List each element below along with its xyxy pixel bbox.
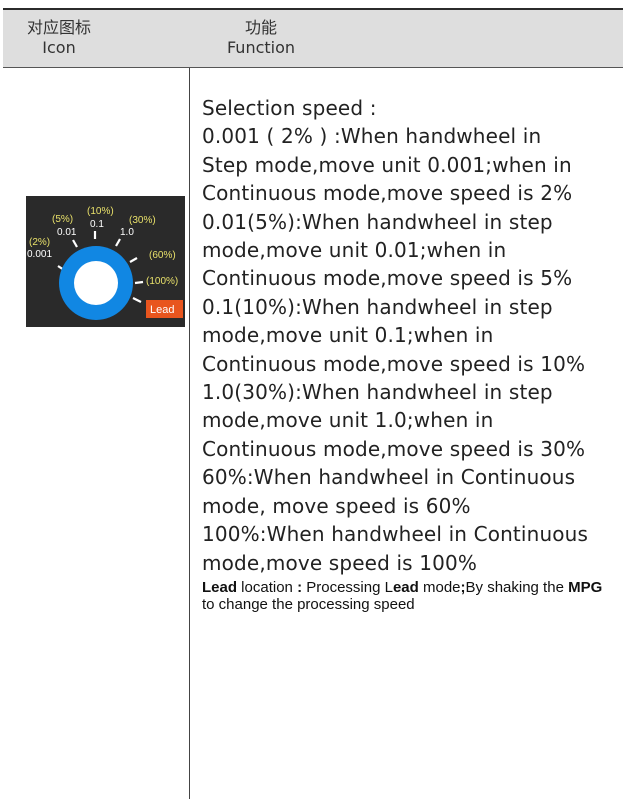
label-5-percent: (5%) [52,214,73,225]
lead-note-text: Processing L [302,579,393,596]
label-10-percent: (10%) [87,206,114,217]
label-100-percent: (100%) [146,276,178,287]
function-line: Continuous mode,move speed is 5% [202,266,573,291]
tick-60 [129,257,138,263]
lead-note-text: location [237,579,298,596]
speed-selector-dial-icon: (2%) 0.001 (5%) 0.01 (10%) 0.1 (30%) 1.0… [26,196,185,327]
function-line: Continuous mode,move speed is 10% [202,351,586,376]
lead-note-text: By shaking the [465,579,569,596]
tick-lead [132,297,142,303]
header-icon-column: 对应图标 Icon [3,18,115,58]
lead-note-bold-mpg: MPG [568,579,603,596]
lead-note-bold-ead: ead [392,579,419,596]
function-line: 100%:When handwheel in Continuous [202,522,589,547]
lead-note-bold-lead: Lead [202,579,238,596]
tick-100 [134,280,144,285]
function-line: 0.001 ( 2% ) :When handwheel in [202,124,542,149]
label-30-percent: (30%) [129,215,156,226]
function-line: 60%:When handwheel in Continuous [202,465,576,490]
label-01: 0.1 [90,219,104,230]
function-line: Selection speed : [202,96,377,120]
header-function-cn: 功能 [244,18,277,37]
function-line: 1.0(30%):When handwheel in step [202,380,553,405]
header-function-en: Function [226,38,296,57]
function-description: Selection speed : 0.001 ( 2% ) :When han… [202,94,623,577]
label-001: 0.01 [57,227,77,238]
tick-001 [72,239,78,248]
function-line: Continuous mode,move speed is 30% [202,436,586,461]
function-line: mode,move unit 1.0;when in [202,408,494,433]
function-line: mode,move unit 0.01;when in [202,238,507,263]
function-line: mode, move speed is 60% [202,493,471,518]
header-icon-en: Icon [42,38,76,57]
label-lead: Lead [150,304,174,316]
dial-center [74,261,118,305]
header-icon-cn: 对应图标 [26,18,91,37]
lead-note-text: to change the processing speed [202,595,415,613]
function-line: Step mode,move unit 0.001;when in [202,152,572,177]
lead-location-note: Lead location : Processing Lead mode;By … [202,579,612,613]
label-2-percent: (2%) [29,237,50,248]
label-0001: 0.001 [27,249,52,260]
label-60-percent: (60%) [149,250,176,261]
column-divider [189,68,190,799]
tick-10 [115,238,121,247]
label-10: 1.0 [120,227,134,238]
table-header: 对应图标 Icon 功能 Function [3,10,623,68]
dial-graphic: (2%) 0.001 (5%) 0.01 (10%) 0.1 (30%) 1.0… [27,206,183,320]
function-line: mode,move speed is 100% [202,550,478,575]
lead-note-text: mode [418,579,461,596]
function-line: 0.01(5%):When handwheel in step [202,209,553,234]
function-line: Continuous mode,move speed is 2% [202,181,573,206]
header-function-column: 功能 Function [213,18,309,58]
function-line: mode,move unit 0.1;when in [202,323,494,348]
function-line: 0.1(10%):When handwheel in step [202,294,553,319]
